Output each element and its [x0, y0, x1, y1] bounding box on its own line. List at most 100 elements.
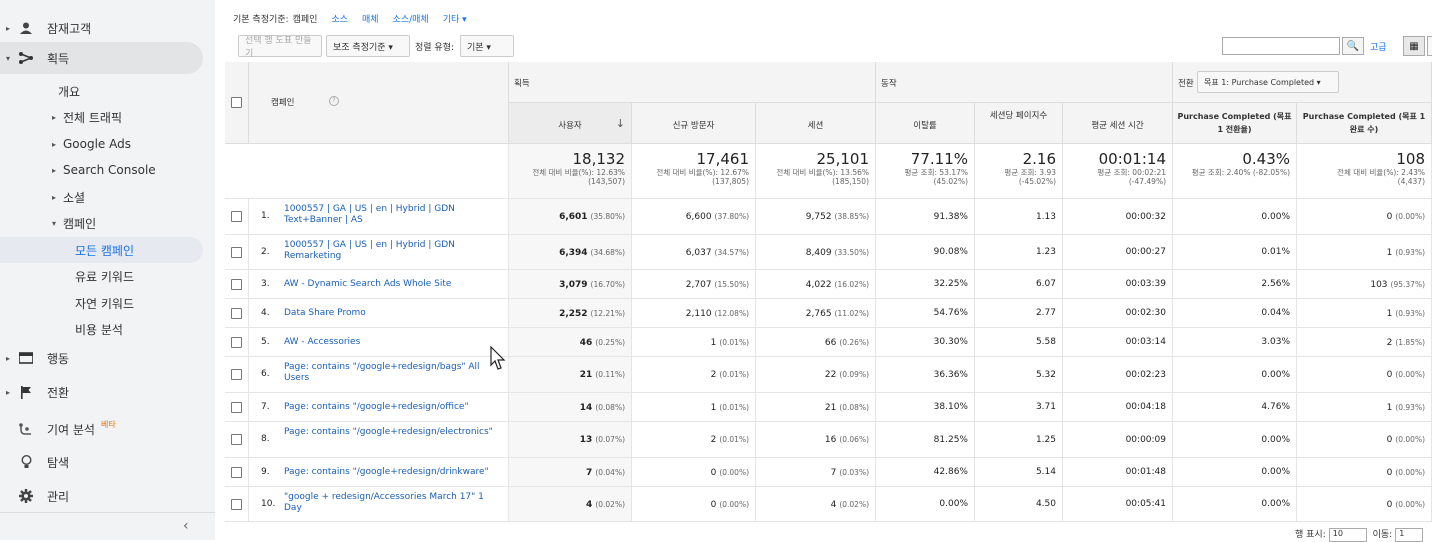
row-checkbox[interactable]: [231, 498, 242, 510]
cell-percent: (34.57%): [714, 248, 749, 257]
row-checkbox[interactable]: [231, 401, 242, 413]
campaign-link[interactable]: Data Share Promo: [284, 308, 502, 319]
secondary-dimension-dropdown[interactable]: 보조 측정기준 ▾: [326, 35, 410, 57]
total-value: 108: [1396, 150, 1425, 168]
cell-percent: (15.50%): [714, 280, 749, 289]
sidebar-item-label: Google Ads: [63, 137, 131, 151]
goal-conversion-rate-column-header[interactable]: Purchase Completed (목표 1 전환율): [1173, 103, 1297, 144]
sidebar-item-all-campaigns[interactable]: 모든 캠페인: [0, 237, 203, 263]
sidebar-item-search-console[interactable]: ▸ Search Console: [0, 157, 215, 183]
campaign-link[interactable]: "google + redesign/Accessories March 17"…: [284, 492, 502, 514]
total-goal-conversion-rate: 0.43% 평균 조회: 2.40% (-82.05%): [1173, 144, 1297, 199]
sessions-cell: 7 (0.03%): [756, 458, 876, 487]
grid-view-icon[interactable]: ▦: [1403, 36, 1425, 56]
cell-value: 2,110: [685, 309, 712, 319]
cell-percent: (0.26%): [839, 338, 869, 347]
goal-selector-dropdown[interactable]: 목표 1: Purchase Completed ▾: [1197, 71, 1339, 93]
sidebar-item-cost-analysis[interactable]: 비용 분석: [0, 316, 215, 342]
sidebar-item-discover[interactable]: 탐색: [0, 449, 215, 475]
campaign-link[interactable]: Page: contains "/google+redesign/office": [284, 402, 502, 413]
goal-completions-column-header[interactable]: Purchase Completed (목표 1 완료 수): [1297, 103, 1432, 144]
row-checkbox[interactable]: [231, 434, 242, 445]
cell-value: 2: [1386, 338, 1393, 348]
sidebar-item-social[interactable]: ▸ 소셜: [0, 184, 215, 210]
table-search-input[interactable]: [1222, 37, 1340, 55]
cell-percent: (0.00%): [719, 500, 749, 509]
campaign-link[interactable]: 1000557 | GA | US | en | Hybrid | GDN Te…: [284, 204, 502, 226]
sidebar-item-paid-keywords[interactable]: 유료 키워드: [0, 263, 215, 289]
view-toggle-icon[interactable]: [1427, 36, 1432, 56]
sidebar-item-overview[interactable]: 개요: [0, 78, 215, 104]
column-header-label: 세션: [807, 121, 824, 131]
row-checkbox[interactable]: [231, 246, 242, 258]
advanced-filter-link[interactable]: 고급: [1370, 40, 1387, 53]
users-cell: 2,252 (12.21%): [509, 299, 632, 328]
sidebar-item-behavior[interactable]: ▸ 행동: [0, 345, 215, 371]
sidebar-item-conversions[interactable]: ▸ 전환: [0, 379, 215, 405]
row-checkbox[interactable]: [231, 336, 242, 348]
bounce-rate-column-header[interactable]: 이탈률: [876, 103, 975, 144]
total-users: 18,132 전체 대비 비율(%): 12.63% (143,507): [509, 144, 632, 199]
campaign-link[interactable]: AW - Dynamic Search Ads Whole Site: [284, 279, 502, 290]
sidebar-item-acquisition[interactable]: ▾ 획득: [0, 42, 203, 74]
row-select-cell: [225, 393, 249, 422]
avg-session-duration-column-header[interactable]: 평균 세션 시간: [1063, 103, 1173, 144]
pages-per-session-column-header[interactable]: 세션당 페이지수: [975, 103, 1063, 144]
sidebar-item-all-traffic[interactable]: ▸ 전체 트래픽: [0, 104, 215, 130]
campaign-link[interactable]: Page: contains "/google+redesign/drinkwa…: [284, 467, 502, 478]
total-comparison: 평균 조회: 3.93: [1004, 168, 1056, 177]
sort-type-dropdown[interactable]: 기본 ▾: [460, 35, 514, 57]
plot-rows-button[interactable]: 선택 행 도표 만들기: [238, 35, 322, 59]
avg-session-duration-cell: 00:02:23: [1063, 357, 1173, 393]
conversion-group-header: 전환 목표 1: Purchase Completed ▾: [1173, 62, 1432, 103]
users-column-header[interactable]: 사용자 ↓: [509, 103, 632, 144]
campaign-cell: 3. AW - Dynamic Search Ads Whole Site: [249, 270, 509, 299]
campaign-link[interactable]: 1000557 | GA | US | en | Hybrid | GDN Re…: [284, 240, 502, 262]
campaign-link[interactable]: Page: contains "/google+redesign/bags" A…: [284, 362, 502, 384]
sidebar-item-organic-keywords[interactable]: 자연 키워드: [0, 290, 215, 316]
sidebar-item-attribution[interactable]: 기여 분석 베타: [0, 416, 215, 442]
dimension-link-source[interactable]: 소스: [331, 12, 348, 25]
row-index: 2.: [261, 246, 270, 257]
row-checkbox[interactable]: [231, 466, 242, 478]
person-icon: [18, 20, 34, 36]
campaign-cell: 4. Data Share Promo: [249, 299, 509, 328]
sidebar-item-google-ads[interactable]: ▸ Google Ads: [0, 131, 215, 157]
goto-input[interactable]: 1: [1395, 527, 1424, 542]
cell-value: 6,600: [685, 212, 712, 222]
sort-descending-icon[interactable]: ↓: [616, 117, 625, 130]
sidebar-item-audience[interactable]: ▸ 잠재고객: [0, 15, 215, 41]
cell-value: 0.01%: [1261, 247, 1290, 257]
row-checkbox[interactable]: [231, 278, 242, 290]
collapse-sidebar-icon[interactable]: ‹: [183, 518, 189, 534]
sidebar-item-campaigns[interactable]: ▾ 캠페인: [0, 210, 215, 236]
sessions-cell: 8,409 (33.50%): [756, 235, 876, 270]
sidebar-item-home[interactable]: 잠재고객: [0, 0, 215, 13]
select-all-checkbox[interactable]: [231, 97, 242, 108]
pages-per-session-cell: 2.77: [975, 299, 1063, 328]
dimension-link-source-medium[interactable]: 소스/매체: [393, 12, 429, 25]
sidebar-item-admin[interactable]: 관리: [0, 483, 215, 509]
row-select-cell: [225, 235, 249, 270]
goal-conversion-rate-cell: 0.00%: [1173, 199, 1297, 235]
campaign-column-header[interactable]: 캠페인?: [249, 62, 509, 144]
goal-conversion-rate-cell: 2.56%: [1173, 270, 1297, 299]
row-checkbox[interactable]: [231, 211, 242, 222]
sessions-column-header[interactable]: 세션: [756, 103, 876, 144]
search-icon[interactable]: 🔍: [1342, 37, 1364, 55]
cell-value: 5.58: [1035, 337, 1056, 347]
total-comparison: 전체 대비 비율(%): 2.43%: [1337, 168, 1425, 177]
dimension-link-medium[interactable]: 매체: [362, 12, 379, 25]
campaign-link[interactable]: Page: contains "/google+redesign/electro…: [284, 427, 502, 438]
goal-conversion-rate-cell: 3.03%: [1173, 328, 1297, 357]
new-users-column-header[interactable]: 신규 방문자: [632, 103, 756, 144]
row-checkbox[interactable]: [231, 369, 242, 380]
pages-per-session-cell: 5.14: [975, 458, 1063, 487]
cell-value: 3.71: [1035, 402, 1056, 412]
rows-select[interactable]: 10: [1328, 527, 1367, 542]
row-checkbox[interactable]: [231, 307, 242, 319]
campaign-link[interactable]: AW - Accessories: [284, 337, 502, 348]
campaign-cell: 7. Page: contains "/google+redesign/offic…: [249, 393, 509, 422]
behavior-group-header: 동작: [876, 62, 1173, 103]
dimension-other-dropdown[interactable]: 기타 ▾: [443, 12, 467, 25]
